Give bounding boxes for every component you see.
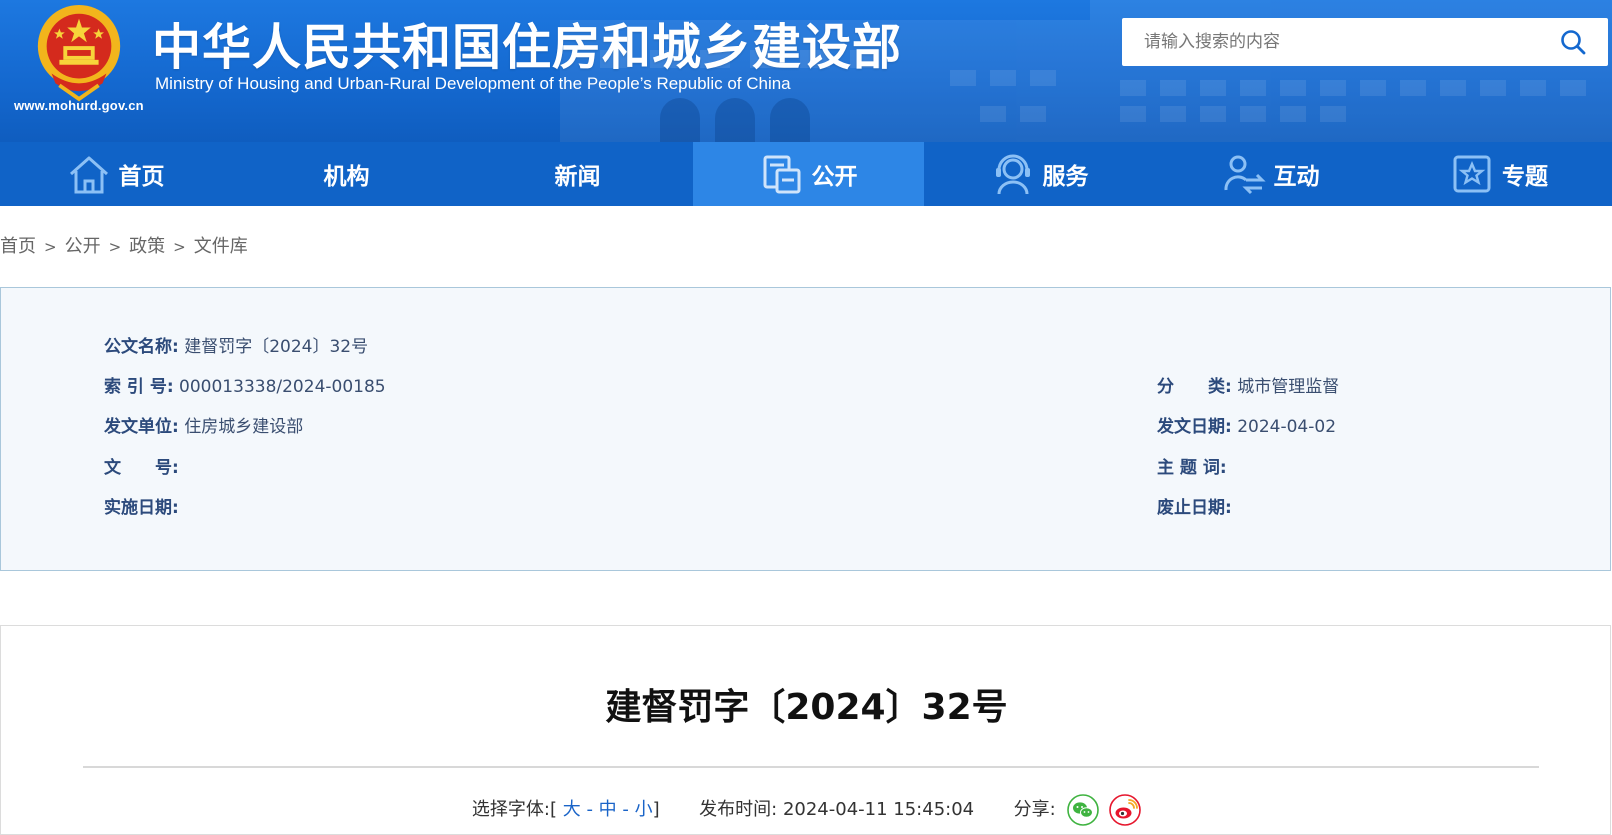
nav-item-interaction[interactable]: 互动: [1155, 142, 1386, 206]
site-subtitle: Ministry of Housing and Urban-Rural Deve…: [155, 74, 791, 93]
meta-value: 城市管理监督: [1237, 377, 1340, 397]
breadcrumb-item-public[interactable]: 公开: [65, 236, 101, 257]
breadcrumb-separator: >: [108, 238, 122, 256]
breadcrumb-item-library[interactable]: 文件库: [194, 236, 248, 257]
site-header: www.mohurd.gov.cn 中华人民共和国住房和城乡建设部 Minist…: [0, 0, 1612, 142]
nav-item-label: 公开: [811, 164, 858, 190]
meta-value: 000013338/2024-00185: [179, 377, 386, 397]
meta-label: 公文名称:: [104, 337, 179, 357]
nav-item-public[interactable]: 公开: [693, 142, 924, 206]
nav-item-label: 专题: [1502, 164, 1548, 190]
article-meta-bar: 选择字体:[ 大 - 中 - 小] 发布时间: 2024-04-11 15:45…: [1, 794, 1612, 826]
font-size-small-link[interactable]: 小: [635, 799, 653, 820]
meta-doc-name: 公文名称: 建督罚字〔2024〕32号: [104, 332, 368, 357]
font-size-separator: -: [586, 799, 593, 820]
meta-expiry-date: 废止日期:: [1157, 493, 1232, 518]
site-title: 中华人民共和国住房和城乡建设部: [152, 19, 903, 76]
nav-item-label: 新闻: [554, 164, 601, 190]
search-box: [1122, 18, 1608, 66]
meta-label: 索 引 号:: [104, 377, 174, 397]
nav-item-label: 互动: [1273, 164, 1320, 190]
breadcrumb-item-home[interactable]: 首页: [0, 236, 36, 257]
font-size-separator: -: [622, 799, 629, 820]
national-emblem-icon: [37, 4, 121, 102]
site-url[interactable]: www.mohurd.gov.cn: [14, 98, 144, 113]
breadcrumb-separator: >: [44, 238, 57, 256]
nav-item-news[interactable]: 新闻: [462, 142, 693, 206]
nav-item-topics[interactable]: 专题: [1386, 142, 1612, 206]
share-label: 分享:: [1013, 799, 1056, 820]
weibo-share-icon[interactable]: [1109, 794, 1141, 826]
document-meta-panel: 公文名称: 建督罚字〔2024〕32号 索 引 号: 000013338/202…: [0, 287, 1611, 571]
meta-label: 文 号:: [104, 458, 179, 478]
home-icon: [69, 156, 108, 194]
search-icon[interactable]: [1560, 29, 1586, 55]
service-agent-icon: [995, 154, 1030, 195]
meta-category: 分 类: 城市管理监督: [1157, 372, 1339, 397]
search-input[interactable]: [1122, 18, 1564, 66]
font-size-large-link[interactable]: 大: [563, 799, 581, 820]
meta-label: 发文单位:: [104, 417, 179, 437]
document-icon: [763, 155, 800, 194]
meta-issue-date: 发文日期: 2024-04-02: [1157, 412, 1336, 437]
meta-value: 住房城乡建设部: [184, 417, 304, 437]
title-divider: [83, 766, 1539, 768]
article-container: 建督罚字〔2024〕32号 选择字体:[ 大 - 中 - 小] 发布时间: 20…: [0, 625, 1611, 835]
font-select-label: 选择字体:: [471, 799, 550, 820]
meta-label: 主 题 词:: [1157, 458, 1227, 478]
meta-label: 发文日期:: [1157, 417, 1232, 437]
nav-item-label: 服务: [1042, 164, 1089, 190]
nav-item-organization[interactable]: 机构: [231, 142, 462, 206]
breadcrumb-item-policy[interactable]: 政策: [129, 236, 165, 257]
font-bracket-open: [: [549, 799, 557, 820]
main-nav: 首页 机构 新闻 公开 服务 互动 专题: [0, 142, 1612, 206]
breadcrumb-separator: >: [173, 238, 186, 256]
breadcrumb: 首页 > 公开 > 政策 > 文件库: [0, 232, 248, 258]
nav-item-label: 机构: [323, 164, 370, 190]
nav-item-label: 首页: [118, 164, 165, 190]
meta-index-number: 索 引 号: 000013338/2024-00185: [104, 372, 386, 397]
font-bracket-close: ]: [652, 799, 660, 820]
meta-value: 2024-04-02: [1237, 417, 1337, 437]
interaction-icon: [1223, 155, 1266, 195]
font-size-medium-link[interactable]: 中: [599, 799, 617, 820]
meta-label: 实施日期:: [104, 498, 179, 518]
meta-doc-number: 文 号:: [104, 453, 179, 478]
meta-label: 分 类:: [1157, 377, 1232, 397]
article-title: 建督罚字〔2024〕32号: [605, 687, 1008, 728]
nav-item-service[interactable]: 服务: [924, 142, 1155, 206]
meta-keywords: 主 题 词:: [1157, 453, 1227, 478]
nav-item-home[interactable]: 首页: [0, 142, 231, 206]
publish-time-value: 2024-04-11 15:45:04: [782, 799, 975, 820]
wechat-share-icon[interactable]: [1067, 794, 1100, 826]
meta-label: 废止日期:: [1157, 498, 1232, 518]
meta-effective-date: 实施日期:: [104, 493, 179, 518]
star-board-icon: [1453, 155, 1491, 193]
meta-value: 建督罚字〔2024〕32号: [184, 337, 369, 357]
publish-time-label: 发布时间:: [699, 799, 778, 820]
meta-issuer: 发文单位: 住房城乡建设部: [104, 412, 303, 437]
